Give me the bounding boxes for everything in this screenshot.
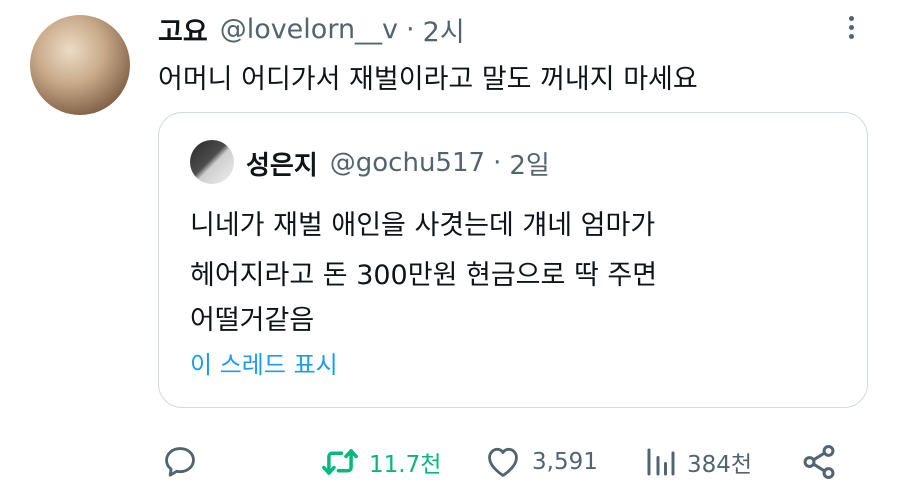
quoted-text-line: 헤어지라고 돈 300만원 현금으로 딱 주면 [190, 260, 658, 291]
quoted-author-handle: @gochu517 [329, 148, 486, 178]
views-button[interactable]: 384천 [643, 443, 752, 481]
quoted-author-display-name: 성은지 [246, 150, 318, 181]
more-options-icon[interactable] [838, 12, 864, 44]
retweet-icon [322, 449, 358, 475]
header-separator: · [406, 13, 415, 45]
share-icon [803, 444, 835, 480]
heart-icon [488, 447, 518, 477]
views-icon [647, 448, 675, 476]
show-thread-link[interactable]: 이 스레드 표시 [190, 345, 338, 380]
quoted-author-avatar [190, 140, 234, 184]
like-button[interactable]: 3,591 [482, 443, 598, 481]
author-handle[interactable]: @lovelorn__v [220, 14, 398, 45]
tweet-text: 어머니 어디가서 재벌이라고 말도 꺼내지 마세요 [158, 64, 698, 95]
retweet-button[interactable]: 11.7천 [319, 443, 441, 481]
author-display-name[interactable]: 고요 [158, 10, 208, 49]
tweet-header: 고요 @lovelorn__v · 2시 [158, 10, 465, 48]
like-count: 3,591 [532, 449, 598, 475]
quoted-text-line: 어떨거같음 [190, 305, 315, 336]
quoted-text-line: 니네가 재벌 애인을 사겻는데 걔네 엄마가 [190, 210, 656, 241]
author-avatar[interactable] [30, 15, 130, 115]
tweet-timestamp[interactable]: 2시 [423, 10, 465, 49]
views-count: 384천 [687, 452, 753, 478]
share-button[interactable] [800, 443, 838, 481]
retweet-count: 11.7천 [369, 452, 442, 478]
quoted-tweet-header: 성은지 @gochu517 · 2일 [246, 145, 550, 181]
quoted-tweet-timestamp: 2일 [509, 150, 550, 181]
reply-icon [165, 447, 195, 477]
reply-button[interactable] [160, 443, 208, 481]
quoted-header-separator: · [493, 148, 502, 178]
